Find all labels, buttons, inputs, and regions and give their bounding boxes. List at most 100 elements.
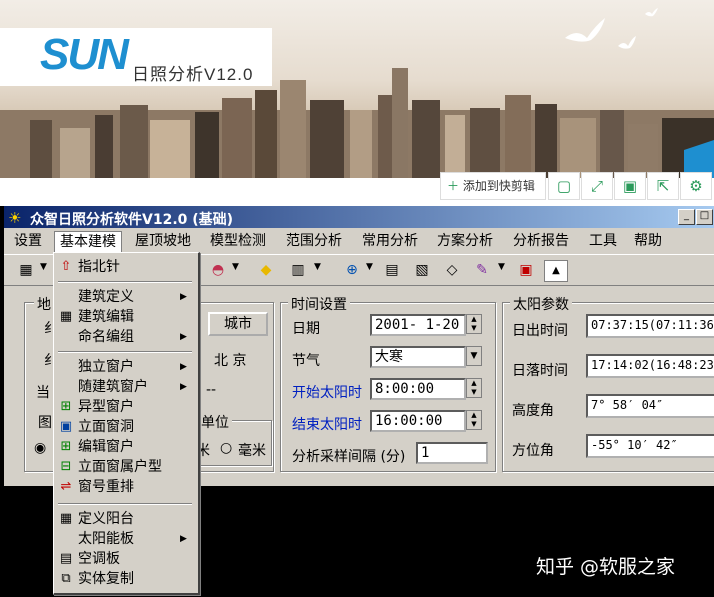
altitude-label: 高度角 [512,403,554,419]
watermark: 知乎 @软服之家 [536,556,676,578]
menu-model-check[interactable]: 模型检测 [210,231,266,251]
grid-icon[interactable]: ▦ [16,260,36,280]
expand-icon[interactable]: ⤢ [581,172,613,200]
menu-separator [58,281,192,283]
date-label: 日期 [292,321,320,337]
chevron-down-icon[interactable]: ▼ [366,262,373,272]
dash-value: -- [206,382,217,398]
menu-item-building-window[interactable]: 随建筑窗户 ▶ [54,377,196,397]
dome-icon[interactable]: ◓ [208,260,228,280]
cube-icon[interactable]: ◇ [442,260,462,280]
balcony-icon: ▦ [59,511,73,526]
screen-icon[interactable]: ▢ [548,172,580,200]
copy-icon: ⧉ [61,571,71,586]
menu-item-define-balcony[interactable]: ▦ 定义阳台 [54,509,196,529]
building-tool-icon[interactable]: ▥ [288,260,308,280]
brush-icon[interactable]: ✎ [472,260,492,280]
chevron-down-icon[interactable]: ▼ [40,262,47,272]
sunset-value: 17:14:02(16:48:23 [586,354,714,378]
lock-icon[interactable]: ▣ [516,260,536,280]
report-icon[interactable]: ▧ [412,260,432,280]
solar-term-label: 节气 [292,353,320,369]
window-icon: ⊞ [60,399,72,414]
menu-roof-slope[interactable]: 屋顶坡地 [135,231,191,251]
menu-item-building-edit[interactable]: ▦ 建筑编辑 [54,307,196,327]
menu-item-solid-copy[interactable]: ⧉ 实体复制 [54,569,196,589]
unit-group-title: 单位 [198,412,232,432]
banner-image [0,0,714,178]
menu-item-facade-window-unit[interactable]: ⊟ 立面窗属户型 [54,457,196,477]
azimuth-value: -55° 10′ 42″ [586,434,714,458]
azimuth-label: 方位角 [512,443,554,459]
north-arrow-icon: ⇧ [60,259,72,274]
menu-item-ac-board[interactable]: ▤ 空调板 [54,549,196,569]
submenu-arrow-icon: ▶ [180,292,187,302]
sunrise-value: 07:37:15(07:11:36 [586,314,714,338]
add-clip-button[interactable]: ＋ 添加到快剪辑 [440,172,546,200]
minimize-button[interactable]: _ [678,209,695,225]
sunset-label: 日落时间 [512,363,568,379]
menu-separator [58,503,192,505]
radio-icon[interactable]: ◉ [34,440,46,456]
menu-item-north-arrow[interactable]: ⇧ 指北针 [54,257,196,277]
settings-icon[interactable]: ⚙ [680,172,712,200]
sun-params-title: 太阳参数 [510,294,572,314]
opening-icon: ▣ [59,419,73,434]
label-fragment: 图 [38,415,52,431]
menu-item-special-window[interactable]: ⊞ 异型窗户 [54,397,196,417]
window-title: 众智日照分析软件V12.0 (基础) [30,212,234,228]
sunrise-label: 日出时间 [512,323,568,339]
radio-mm[interactable]: ○ [220,440,232,456]
submenu-arrow-icon: ▶ [180,534,187,544]
city-skyline-illustration [0,8,714,178]
menu-common-analysis[interactable]: 常用分析 [362,231,418,251]
menu-separator [58,351,192,353]
interval-label: 分析采样间隔 (分) [292,449,406,465]
date-field[interactable]: 2001- 1-20 [370,314,466,336]
zoom-icon[interactable]: ⊕ [342,260,362,280]
basic-modeling-dropdown: ⇧ 指北针 建筑定义 ▶ ▦ 建筑编辑 命名编组 ▶ 独立窗户 ▶ 随建筑窗户 … [53,252,200,595]
end-time-field[interactable]: 16:00:00 [370,410,466,432]
sun-logo: SUN [40,30,129,79]
triangle-up-icon[interactable]: ▲ [544,260,568,282]
start-time-field[interactable]: 8:00:00 [370,378,466,400]
window-unit-icon: ⊟ [60,459,72,474]
altitude-value: 7° 58′ 04″ [586,394,714,418]
menu-basic-modeling[interactable]: 基本建模 [54,231,122,252]
chevron-down-icon[interactable]: ▼ [498,262,505,272]
maximize-button[interactable]: □ [696,209,713,225]
product-subtitle: 日照分析V12.0 [132,65,254,84]
plus-icon: ＋ [447,179,460,193]
menu-scheme-analysis[interactable]: 方案分析 [437,231,493,251]
end-time-spinner[interactable]: ▲ ▼ [466,410,482,430]
menu-analysis-report[interactable]: 分析报告 [513,231,569,251]
menu-item-edit-window[interactable]: ⊞ 编辑窗户 [54,437,196,457]
menu-range-analysis[interactable]: 范围分析 [286,231,342,251]
solar-term-select[interactable]: 大寒 [370,346,466,368]
sun-app-icon: ☀ [8,209,22,227]
location-group-title: 地 [34,294,54,314]
city-button[interactable]: 城市 [208,312,268,336]
menu-item-name-group[interactable]: 命名编组 ▶ [54,327,196,347]
diamond-icon[interactable]: ◆ [256,260,276,280]
chevron-down-icon[interactable]: ▼ [314,262,321,272]
date-spinner[interactable]: ▲ ▼ [466,314,482,334]
menu-item-building-define[interactable]: 建筑定义 ▶ [54,287,196,307]
menu-item-renumber-windows[interactable]: ⇌ 窗号重排 [54,477,196,497]
submenu-arrow-icon: ▶ [180,332,187,342]
menu-help[interactable]: 帮助 [634,231,662,251]
menu-item-independent-window[interactable]: 独立窗户 ▶ [54,357,196,377]
window-icon: ⊞ [60,439,72,454]
interval-field[interactable]: 1 [416,442,488,464]
start-time-spinner[interactable]: ▲ ▼ [466,378,482,398]
menu-item-solar-panel[interactable]: 太阳能板 ▶ [54,529,196,549]
menu-settings[interactable]: 设置 [14,231,42,251]
menu-item-facade-opening[interactable]: ▣ 立面窗洞 [54,417,196,437]
chevron-down-icon[interactable]: ▼ [466,346,482,366]
export-icon[interactable]: ⇱ [647,172,679,200]
chart-icon[interactable]: ▤ [382,260,402,280]
city-value: 北 京 [214,353,247,369]
menu-tools[interactable]: 工具 [589,231,617,251]
chevron-down-icon[interactable]: ▼ [232,262,239,272]
save-icon[interactable]: ▣ [614,172,646,200]
